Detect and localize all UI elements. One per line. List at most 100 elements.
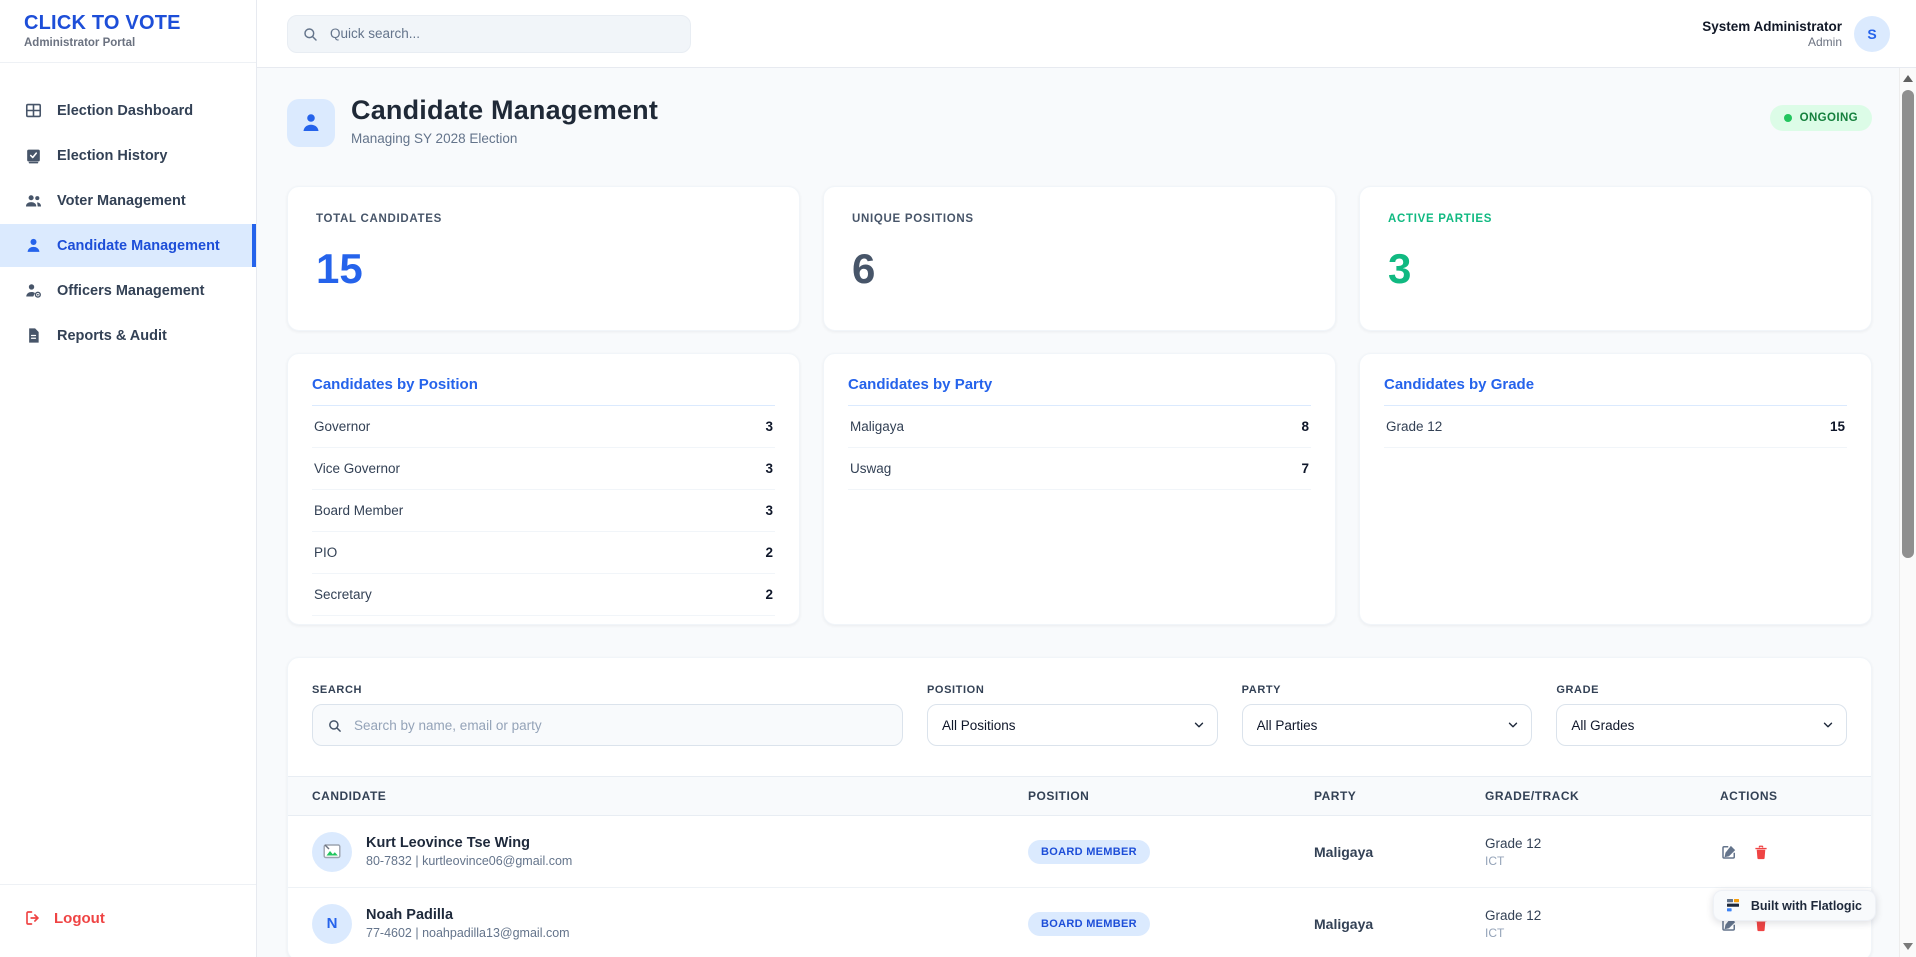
- stat-value: 15: [316, 245, 771, 293]
- track-value: ICT: [1485, 854, 1696, 868]
- person-gear-icon: [24, 281, 43, 300]
- card-title: Candidates by Party: [848, 376, 1311, 406]
- avatar-initial: S: [1867, 26, 1876, 42]
- candidates-by-grade-card: Candidates by Grade Grade 1215: [1359, 353, 1872, 625]
- page-title: Candidate Management: [351, 95, 658, 126]
- stat-label: TOTAL CANDIDATES: [316, 213, 771, 225]
- sidebar-item-election-history[interactable]: Election History: [0, 134, 256, 177]
- position-select[interactable]: All Positions: [927, 704, 1218, 746]
- grade-select[interactable]: All Grades: [1556, 704, 1847, 746]
- column-header-grade-track: GRADE/TRACK: [1461, 777, 1696, 815]
- app-logo[interactable]: CLICK TO VOTE Administrator Portal: [0, 0, 256, 63]
- stat-label: ACTIVE PARTIES: [1388, 213, 1843, 225]
- candidate-name: Noah Padilla: [366, 907, 570, 923]
- actions-cell: [1696, 843, 1871, 861]
- track-value: ICT: [1485, 926, 1696, 940]
- search-filter: SEARCH: [312, 684, 903, 746]
- list-item: Grade 1215: [1384, 406, 1847, 448]
- stat-card-active-parties: ACTIVE PARTIES 3: [1359, 186, 1872, 331]
- edit-button[interactable]: [1720, 843, 1738, 861]
- dashboard-grid-icon: [24, 101, 43, 120]
- scrollbar-thumb[interactable]: [1902, 90, 1914, 558]
- position-badge: BOARD MEMBER: [1028, 912, 1150, 936]
- column-header-candidate: CANDIDATE: [288, 777, 1004, 815]
- flatlogic-badge[interactable]: Built with Flatlogic: [1713, 890, 1876, 921]
- position-cell: BOARD MEMBER: [1004, 912, 1290, 936]
- party-select[interactable]: All Parties: [1242, 704, 1533, 746]
- status-dot-icon: [1784, 114, 1792, 122]
- position-badge: BOARD MEMBER: [1028, 840, 1150, 864]
- candidates-by-position-card: Candidates by Position Governor 3 Vice Go…: [287, 353, 800, 625]
- list-item: PIO2: [312, 532, 775, 574]
- column-header-actions: ACTIONS: [1696, 777, 1871, 815]
- candidate-meta: 80-7832 | kurtleovince06@gmail.com: [366, 854, 572, 868]
- sidebar-item-voter-management[interactable]: Voter Management: [0, 179, 256, 222]
- list-item: Secretary 2: [312, 574, 775, 616]
- sidebar-item-reports-audit[interactable]: Reports & Audit: [0, 314, 256, 357]
- filter-label: SEARCH: [312, 684, 903, 696]
- candidate-search-input[interactable]: [352, 717, 888, 734]
- scroll-down-arrow-icon[interactable]: [1903, 943, 1913, 950]
- grade-value: Grade 12: [1485, 836, 1696, 851]
- person-icon: [24, 236, 43, 255]
- page-icon-tile: [287, 99, 335, 147]
- user-info: System Administrator Admin: [1702, 19, 1842, 49]
- candidates-by-party-card: Candidates by Party Maligaya8 Uswag7: [823, 353, 1336, 625]
- status-badge: ONGOING: [1770, 105, 1872, 131]
- stat-value: 6: [852, 245, 1307, 293]
- search-icon: [327, 718, 342, 733]
- stats-row: TOTAL CANDIDATES 15 UNIQUE POSITIONS 6 A…: [287, 186, 1872, 331]
- scroll-up-arrow-icon[interactable]: [1903, 75, 1913, 82]
- grade-cell: Grade 12 ICT: [1461, 836, 1696, 868]
- stat-label: UNIQUE POSITIONS: [852, 213, 1307, 225]
- sidebar-item-label: Election Dashboard: [57, 103, 193, 119]
- filter-label: POSITION: [927, 684, 1218, 696]
- candidate-name: Kurt Leovince Tse Wing: [366, 835, 572, 851]
- main-content: Candidate Management Managing SY 2028 El…: [257, 68, 1899, 957]
- sidebar-item-election-dashboard[interactable]: Election Dashboard: [0, 89, 256, 132]
- sidebar-item-label: Officers Management: [57, 283, 204, 299]
- list-item: Vice Governor3: [312, 448, 775, 490]
- scrollbar[interactable]: [1899, 68, 1916, 957]
- candidate-cell: Kurt Leovince Tse Wing 80-7832 | kurtleo…: [288, 832, 1004, 872]
- grade-value: Grade 12: [1485, 908, 1696, 923]
- logout-button[interactable]: Logout: [24, 903, 105, 933]
- candidates-panel: SEARCH POSITION All Positions PARTY All …: [287, 657, 1872, 957]
- item-value: 3: [765, 419, 773, 434]
- item-value: 2: [765, 545, 773, 560]
- sidebar-footer: Logout: [0, 884, 256, 957]
- item-label: Maligaya: [850, 419, 904, 434]
- sidebar-item-officers-management[interactable]: Officers Management: [0, 269, 256, 312]
- candidate-search[interactable]: [312, 704, 903, 746]
- table-header: CANDIDATE POSITION PARTY GRADE/TRACK ACT…: [288, 776, 1871, 816]
- delete-button[interactable]: [1752, 843, 1770, 861]
- stat-card-total-candidates: TOTAL CANDIDATES 15: [287, 186, 800, 331]
- item-label: Secretary: [314, 587, 372, 602]
- stat-card-unique-positions: UNIQUE POSITIONS 6: [823, 186, 1336, 331]
- quick-search[interactable]: [287, 15, 691, 53]
- logout-label: Logout: [54, 910, 105, 927]
- item-label: Governor: [314, 419, 370, 434]
- avatar[interactable]: S: [1854, 16, 1890, 52]
- flatlogic-logo-icon: [1727, 898, 1742, 913]
- avatar-initial: N: [327, 915, 338, 932]
- sidebar-item-candidate-management[interactable]: Candidate Management: [0, 224, 256, 267]
- quick-search-input[interactable]: [328, 25, 676, 42]
- list-item: Governor 3: [312, 406, 775, 448]
- app-subtitle: Administrator Portal: [24, 37, 232, 49]
- sidebar-item-label: Election History: [57, 148, 167, 164]
- card-title: Candidates by Position: [312, 376, 775, 406]
- broken-image-icon: [323, 843, 342, 860]
- list-item: Maligaya8: [848, 406, 1311, 448]
- candidate-text: Kurt Leovince Tse Wing 80-7832 | kurtleo…: [366, 835, 572, 868]
- item-label: Board Member: [314, 503, 403, 518]
- avatar: N: [312, 904, 352, 944]
- item-value: 2: [765, 587, 773, 602]
- user-name: System Administrator: [1702, 19, 1842, 34]
- user-menu[interactable]: System Administrator Admin S: [1702, 16, 1890, 52]
- edit-icon: [1720, 843, 1738, 861]
- page-subtitle: Managing SY 2028 Election: [351, 131, 658, 146]
- topbar: System Administrator Admin S: [257, 0, 1916, 68]
- position-cell: BOARD MEMBER: [1004, 840, 1290, 864]
- sidebar: CLICK TO VOTE Administrator Portal Elect…: [0, 0, 257, 957]
